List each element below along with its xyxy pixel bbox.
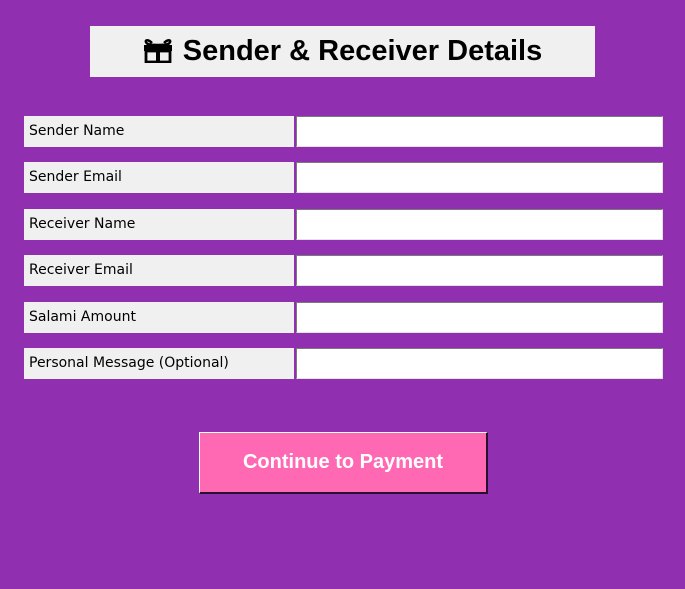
sender-name-input[interactable]: [296, 116, 663, 147]
receiver-email-input[interactable]: [296, 255, 663, 286]
salami-amount-input[interactable]: [296, 302, 663, 333]
salami-amount-label: Salami Amount: [24, 302, 294, 333]
receiver-name-label: Receiver Name: [24, 209, 294, 240]
salami-amount-row: Salami Amount: [24, 302, 663, 333]
sender-email-input[interactable]: [296, 162, 663, 193]
sender-name-row: Sender Name: [24, 116, 663, 147]
receiver-email-label: Receiver Email: [24, 255, 294, 286]
continue-to-payment-button[interactable]: Continue to Payment: [199, 432, 488, 494]
personal-message-row: Personal Message (Optional): [24, 348, 663, 379]
personal-message-input[interactable]: [296, 348, 663, 379]
personal-message-label: Personal Message (Optional): [24, 348, 294, 379]
gift-icon: [143, 38, 172, 63]
receiver-name-input[interactable]: [296, 209, 663, 240]
sender-email-row: Sender Email: [24, 162, 663, 193]
receiver-email-row: Receiver Email: [24, 255, 663, 286]
sender-email-label: Sender Email: [24, 162, 294, 193]
page-title: Sender & Receiver Details: [182, 35, 543, 67]
page-title-panel: Sender & Receiver Details: [90, 26, 595, 77]
sender-name-label: Sender Name: [24, 116, 294, 147]
receiver-name-row: Receiver Name: [24, 209, 663, 240]
